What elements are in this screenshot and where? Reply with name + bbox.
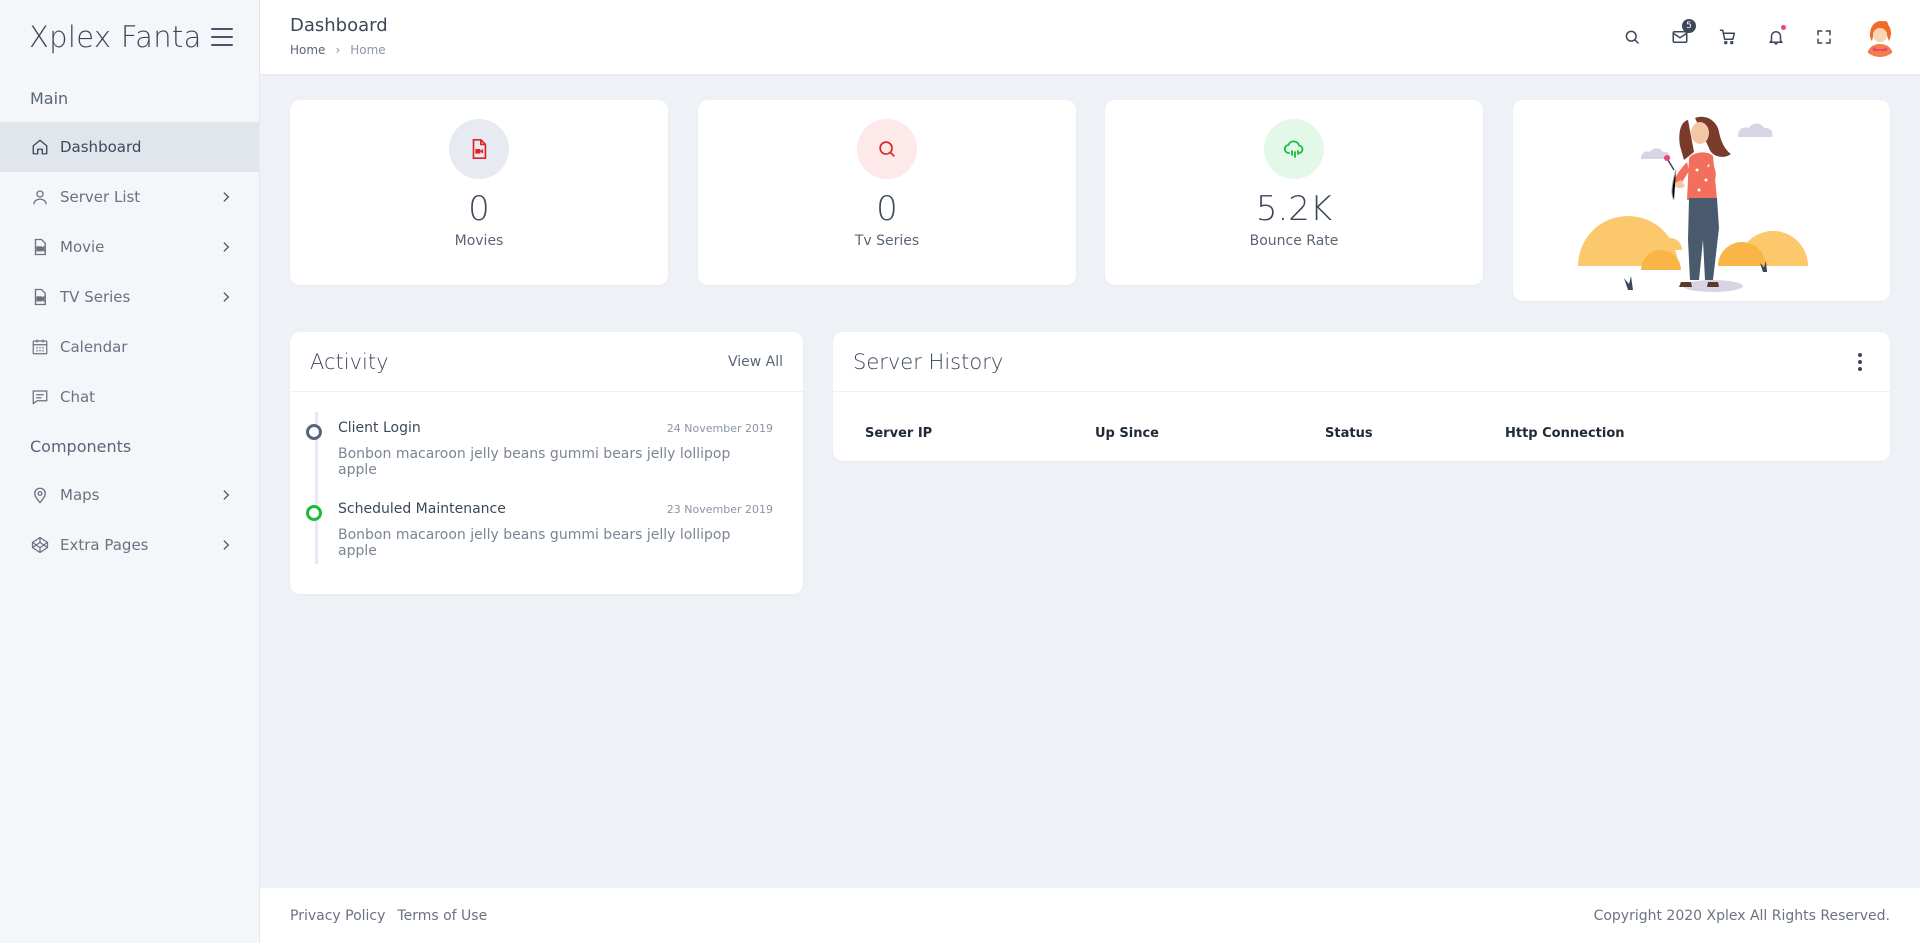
sidebar-item-movie[interactable]: Movie <box>0 222 259 272</box>
video-file-icon <box>30 237 50 257</box>
brand-bar: Xplex Fanta <box>0 0 259 74</box>
view-all-link[interactable]: View All <box>728 354 783 370</box>
terms-of-use-link[interactable]: Terms of Use <box>397 908 487 924</box>
sidebar-item-label: Dashboard <box>60 138 142 156</box>
home-icon <box>30 137 50 157</box>
more-options-icon[interactable] <box>1850 352 1870 372</box>
fullscreen-icon[interactable] <box>1800 14 1848 60</box>
activity-item-title: Client Login <box>338 420 421 436</box>
server-history-header: Server History <box>833 332 1890 392</box>
mail-count-badge: 5 <box>1682 19 1696 33</box>
chat-icon <box>30 387 50 407</box>
nav-header-main: Main <box>30 88 69 108</box>
video-file-icon <box>449 119 509 179</box>
notification-dot <box>1781 25 1786 30</box>
sidebar-item-label: Server List <box>60 188 141 206</box>
activity-title: Activity <box>310 349 389 374</box>
stat-card-tv-series: 0 Tv Series <box>698 100 1076 285</box>
avatar[interactable] <box>1860 17 1900 57</box>
illustration-card <box>1513 100 1890 301</box>
footer: Privacy Policy Terms of Use Copyright 20… <box>260 888 1920 943</box>
activity-card: Activity View All Client Login 24 Novemb… <box>290 332 803 594</box>
column-header: Status <box>1325 426 1373 441</box>
activity-item-date: 24 November 2019 <box>666 422 773 435</box>
bell-icon[interactable] <box>1752 14 1800 60</box>
menu-toggle-icon[interactable] <box>211 28 233 46</box>
search-icon[interactable] <box>1608 14 1656 60</box>
woman-illustration <box>1578 116 1808 292</box>
sidebar-item-dashboard[interactable]: Dashboard <box>0 122 259 172</box>
sidebar-item-calendar[interactable]: Calendar <box>0 322 259 372</box>
sidebar-item-extra-pages[interactable]: Extra Pages <box>0 520 259 570</box>
breadcrumb-current: Home <box>350 43 386 57</box>
chevron-right-icon <box>223 540 230 550</box>
column-header: Http Connection <box>1505 426 1625 441</box>
user-icon <box>30 187 50 207</box>
sidebar: Xplex Fanta Main Dashboard Server List M… <box>0 0 260 943</box>
nav-header-components: Components <box>30 436 132 456</box>
list-item: Client Login 24 November 2019 Bonbon mac… <box>306 420 773 501</box>
sidebar-item-chat[interactable]: Chat <box>0 372 259 422</box>
stat-label: Tv Series <box>854 233 920 249</box>
sidebar-item-label: Extra Pages <box>60 536 149 554</box>
header-actions: 5 <box>1608 14 1900 60</box>
column-header: Server IP <box>865 426 933 441</box>
search-icon <box>857 119 917 179</box>
list-item: Scheduled Maintenance 23 November 2019 B… <box>306 501 773 582</box>
breadcrumb: Home › Home <box>290 43 386 57</box>
cart-icon[interactable] <box>1704 14 1752 60</box>
mail-icon[interactable]: 5 <box>1656 14 1704 60</box>
sidebar-item-tv-series[interactable]: TV Series <box>0 272 259 322</box>
sidebar-item-label: Calendar <box>60 338 128 356</box>
server-history-title: Server History <box>853 349 1004 374</box>
sidebar-item-label: Movie <box>60 238 105 256</box>
breadcrumb-home-link[interactable]: Home <box>290 43 325 57</box>
breadcrumb-separator-icon: › <box>335 43 341 57</box>
chevron-right-icon <box>223 490 230 500</box>
status-dot-icon <box>306 424 322 440</box>
sidebar-item-label: Chat <box>60 388 96 406</box>
map-pin-icon <box>30 485 50 505</box>
chevron-right-icon <box>223 242 230 252</box>
activity-item-date: 23 November 2019 <box>666 503 773 516</box>
sidebar-item-server-list[interactable]: Server List <box>0 172 259 222</box>
column-header: Up Since <box>1095 426 1159 441</box>
stat-card-bounce-rate: 5.2K Bounce Rate <box>1105 100 1483 285</box>
sidebar-item-label: TV Series <box>60 288 131 306</box>
stat-label: Bounce Rate <box>1249 233 1339 249</box>
activity-item-title: Scheduled Maintenance <box>338 501 506 517</box>
chevron-right-icon <box>223 292 230 302</box>
video-file-icon <box>30 287 50 307</box>
stat-value: 0 <box>876 189 898 229</box>
calendar-icon <box>30 337 50 357</box>
stat-value: 0 <box>468 189 490 229</box>
cloud-rain-icon <box>1264 119 1324 179</box>
top-header: Dashboard Home › Home 5 <box>260 0 1920 74</box>
footer-links: Privacy Policy Terms of Use <box>290 908 487 924</box>
sidebar-item-label: Maps <box>60 486 100 504</box>
activity-header: Activity View All <box>290 332 803 392</box>
brand-name: Xplex Fanta <box>29 20 202 54</box>
activity-timeline: Client Login 24 November 2019 Bonbon mac… <box>290 392 803 582</box>
page-title: Dashboard <box>290 15 388 36</box>
activity-item-desc: Bonbon macaroon jelly beans gummi bears … <box>338 527 731 559</box>
codepen-icon <box>30 535 50 555</box>
sidebar-item-maps[interactable]: Maps <box>0 470 259 520</box>
copyright-text: Copyright 2020 Xplex All Rights Reserved… <box>1593 907 1890 924</box>
status-dot-icon <box>306 505 322 521</box>
stat-card-movies: 0 Movies <box>290 100 668 285</box>
stat-value: 5.2K <box>1255 189 1333 229</box>
server-history-card: Server History Server IP Up Since Status… <box>833 332 1890 461</box>
privacy-policy-link[interactable]: Privacy Policy <box>290 908 385 924</box>
activity-item-desc: Bonbon macaroon jelly beans gummi bears … <box>338 446 731 478</box>
table-header-row: Server IP Up Since Status Http Connectio… <box>833 392 1890 460</box>
stat-label: Movies <box>454 233 504 249</box>
chevron-right-icon <box>223 192 230 202</box>
